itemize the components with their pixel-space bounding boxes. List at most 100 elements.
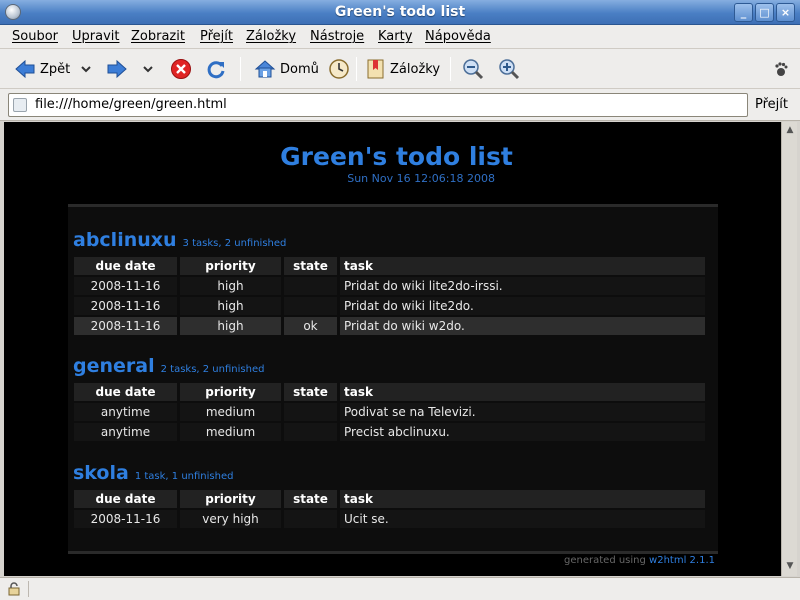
col-priority: priority bbox=[180, 257, 281, 275]
zoom-in-button[interactable] bbox=[498, 57, 520, 81]
back-arrow-icon bbox=[15, 59, 35, 79]
status-separator bbox=[28, 581, 29, 597]
back-history-dropdown[interactable] bbox=[80, 57, 92, 81]
cell-task: Pridat do wiki lite2do. bbox=[340, 297, 705, 315]
cell-due: anytime bbox=[74, 423, 177, 441]
scroll-up-arrow-icon[interactable]: ▲ bbox=[784, 124, 796, 136]
cell-due: 2008-11-16 bbox=[74, 510, 177, 528]
close-window-button[interactable]: × bbox=[776, 3, 795, 22]
table-row: 2008-11-16 high Pridat do wiki lite2do-i… bbox=[74, 277, 705, 295]
chevron-down-icon bbox=[81, 66, 91, 73]
cell-priority: high bbox=[180, 277, 281, 295]
minimize-button[interactable]: _ bbox=[734, 3, 753, 22]
cell-priority: very high bbox=[180, 510, 281, 528]
title-bar: Green's todo list _ □ × bbox=[0, 0, 800, 25]
cell-task: Pridat do wiki w2do. bbox=[340, 317, 705, 335]
url-input[interactable]: file:///home/green/green.html bbox=[8, 93, 748, 117]
clock-icon bbox=[329, 59, 349, 79]
table-header: due date priority state task bbox=[74, 490, 705, 508]
go-button[interactable]: Přejít bbox=[755, 97, 788, 112]
footprint-icon bbox=[775, 62, 788, 76]
section-name: abclinuxu bbox=[73, 229, 177, 251]
page-footer: generated using w2html 2.1.1 bbox=[564, 555, 715, 566]
home-button[interactable]: Domů bbox=[254, 57, 319, 81]
reload-icon bbox=[207, 61, 225, 79]
cell-due: 2008-11-16 bbox=[74, 277, 177, 295]
bookmarks-button[interactable]: Záložky bbox=[366, 57, 440, 81]
menu-napoveda[interactable]: Nápověda bbox=[425, 29, 491, 44]
throbber bbox=[774, 57, 788, 81]
menu-prejit[interactable]: Přejít bbox=[200, 29, 233, 44]
page-viewport: Green's todo list Sun Nov 16 12:06:18 20… bbox=[4, 122, 781, 576]
toolbar-separator bbox=[240, 57, 241, 81]
cell-task: Precist abclinuxu. bbox=[340, 423, 705, 441]
cell-due: 2008-11-16 bbox=[74, 317, 177, 335]
url-text[interactable]: file:///home/green/green.html bbox=[35, 97, 227, 112]
history-button[interactable] bbox=[328, 57, 350, 81]
forward-button[interactable] bbox=[106, 57, 128, 81]
table-row: 2008-11-16 high Pridat do wiki lite2do. bbox=[74, 297, 705, 315]
menu-bar: Soubor Upravit Zobrazit Přejít Záložky N… bbox=[0, 25, 800, 49]
footer-text: generated using bbox=[564, 555, 646, 566]
reload-button[interactable] bbox=[205, 57, 227, 81]
home-icon bbox=[254, 60, 276, 78]
menu-zalozky[interactable]: Záložky bbox=[246, 29, 296, 44]
maximize-button[interactable]: □ bbox=[755, 3, 774, 22]
col-due-date: due date bbox=[74, 490, 177, 508]
cell-state bbox=[284, 423, 337, 441]
col-task: task bbox=[340, 257, 705, 275]
table-header: due date priority state task bbox=[74, 383, 705, 401]
section-header-general: general 2 tasks, 2 unfinished bbox=[73, 355, 264, 377]
cell-priority: medium bbox=[180, 423, 281, 441]
todo-panel: abclinuxu 3 tasks, 2 unfinished due date… bbox=[68, 204, 718, 554]
toolbar-separator bbox=[450, 57, 451, 81]
status-bar bbox=[0, 577, 800, 600]
forward-arrow-icon bbox=[107, 59, 127, 79]
cell-task: Ucit se. bbox=[340, 510, 705, 528]
location-toolbar: file:///home/green/green.html Přejít bbox=[0, 89, 800, 121]
col-task: task bbox=[340, 383, 705, 401]
table-row: 2008-11-16 very high Ucit se. bbox=[74, 510, 705, 528]
col-priority: priority bbox=[180, 490, 281, 508]
section-name: skola bbox=[73, 462, 129, 484]
footer-link[interactable]: w2html 2.1.1 bbox=[649, 555, 715, 566]
bookmarks-label: Záložky bbox=[390, 61, 441, 77]
task-table-skola: due date priority state task 2008-11-16 … bbox=[71, 488, 708, 530]
menu-karty[interactable]: Karty bbox=[378, 29, 412, 44]
menu-nastroje[interactable]: Nástroje bbox=[310, 29, 364, 44]
vertical-scrollbar[interactable]: ▲ ▼ bbox=[781, 122, 797, 576]
table-header: due date priority state task bbox=[74, 257, 705, 275]
table-row: anytime medium Podivat se na Televizi. bbox=[74, 403, 705, 421]
section-header-abclinuxu: abclinuxu 3 tasks, 2 unfinished bbox=[73, 229, 286, 251]
table-row-done: 2008-11-16 high ok Pridat do wiki w2do. bbox=[74, 317, 705, 335]
col-state: state bbox=[284, 257, 337, 275]
scroll-down-arrow-icon[interactable]: ▼ bbox=[784, 560, 796, 572]
task-table-general: due date priority state task anytime med… bbox=[71, 381, 708, 443]
cell-state: ok bbox=[284, 317, 337, 335]
col-priority: priority bbox=[180, 383, 281, 401]
menu-zobrazit[interactable]: Zobrazit bbox=[131, 29, 185, 44]
cell-state bbox=[284, 297, 337, 315]
back-button[interactable]: Zpět bbox=[14, 57, 70, 81]
menu-soubor[interactable]: Soubor bbox=[12, 29, 58, 44]
zoom-in-icon bbox=[499, 59, 520, 80]
section-meta: 2 tasks, 2 unfinished bbox=[160, 364, 265, 375]
cell-priority: high bbox=[180, 297, 281, 315]
cell-state bbox=[284, 510, 337, 528]
task-table-abclinuxu: due date priority state task 2008-11-16 … bbox=[71, 255, 708, 337]
zoom-out-button[interactable] bbox=[462, 57, 484, 81]
lock-icon[interactable] bbox=[7, 582, 21, 596]
cell-state bbox=[284, 403, 337, 421]
cell-due: anytime bbox=[74, 403, 177, 421]
col-task: task bbox=[340, 490, 705, 508]
stop-icon bbox=[171, 59, 191, 79]
section-meta: 3 tasks, 2 unfinished bbox=[182, 238, 287, 249]
stop-button[interactable] bbox=[170, 57, 192, 81]
menu-upravit[interactable]: Upravit bbox=[72, 29, 119, 44]
page-date: Sun Nov 16 12:06:18 2008 bbox=[347, 172, 495, 185]
zoom-out-icon bbox=[463, 59, 484, 80]
section-name: general bbox=[73, 355, 155, 377]
section-meta: 1 task, 1 unfinished bbox=[134, 471, 234, 482]
cell-state bbox=[284, 277, 337, 295]
forward-history-dropdown[interactable] bbox=[142, 57, 154, 81]
